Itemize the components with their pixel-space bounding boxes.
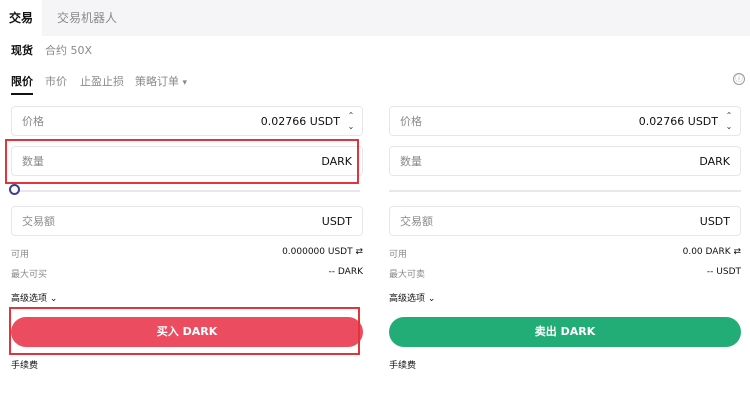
buy-amount-label: 交易额 [22,215,55,228]
sell-quantity-unit: DARK [699,155,730,168]
sell-quantity-field[interactable]: 数量 DARK [389,146,741,176]
buy-available-value[interactable]: 0.000000 USDT ⇄ [282,247,363,257]
sell-button[interactable]: 卖出 DARK [389,317,741,347]
price-stepper[interactable]: ⌃ ⌄ [346,110,356,132]
buy-price-value: 0.02766 USDT [260,115,340,128]
buy-fee-label: 手续费 [11,361,39,371]
buy-price-label: 价格 [22,115,44,128]
tab-tp-sl[interactable]: 止盈止损 [80,73,124,89]
tab-trade[interactable]: 交易 [0,0,42,36]
sell-available-value[interactable]: 0.00 DARK ⇄ [683,247,741,257]
tab-limit[interactable]: 限价 [11,73,33,89]
info-icon[interactable]: ⓘ [733,73,745,85]
stepper-up-icon[interactable]: ⌃ [348,111,355,120]
chevron-down-icon: ▾ [182,78,188,88]
tab-strategy-order[interactable]: 策略订单 ▾ [135,73,187,89]
tab-strategy-label: 策略订单 [135,75,179,88]
quantity-highlight-box [5,139,359,184]
tab-contract[interactable]: 合约 50X [45,42,92,58]
sell-amount-unit: USDT [699,215,730,228]
sell-max-value: -- USDT [706,267,741,277]
stepper-down-icon[interactable]: ⌄ [348,122,355,131]
buy-slider-handle[interactable] [9,184,20,195]
sell-price-field[interactable]: 价格 0.02766 USDT ⌃ ⌄ [389,106,741,136]
buy-amount-unit: USDT [321,215,352,228]
buy-available-label: 可用 [11,250,30,260]
buy-amount-field[interactable]: 交易额 USDT [11,206,363,236]
buy-button-highlight-box [9,307,360,355]
sell-fee-label: 手续费 [389,361,417,371]
tab-market[interactable]: 市价 [45,73,67,89]
sell-max-label: 最大可卖 [389,270,426,280]
sell-price-stepper[interactable]: ⌃ ⌄ [724,110,734,132]
sell-amount-label: 交易额 [400,215,433,228]
stepper-down-icon[interactable]: ⌄ [726,122,733,131]
stepper-up-icon[interactable]: ⌃ [726,111,733,120]
buy-max-value: -- DARK [328,267,363,277]
buy-advanced-options[interactable]: 高级选项 ⌄ [11,291,57,304]
sell-amount-slider-track[interactable] [389,190,741,192]
sell-quantity-label: 数量 [400,155,422,168]
sell-amount-field[interactable]: 交易额 USDT [389,206,741,236]
active-tab-indicator [11,93,33,95]
tab-trading-bot[interactable]: 交易机器人 [57,0,117,36]
sell-advanced-options[interactable]: 高级选项 ⌄ [389,291,435,304]
buy-amount-slider-track[interactable] [18,190,360,192]
sell-available-label: 可用 [389,250,408,260]
buy-max-label: 最大可买 [11,270,48,280]
tab-spot[interactable]: 现货 [11,42,33,58]
sell-price-label: 价格 [400,115,422,128]
buy-price-field[interactable]: 价格 0.02766 USDT ⌃ ⌄ [11,106,363,136]
sell-price-value: 0.02766 USDT [638,115,718,128]
